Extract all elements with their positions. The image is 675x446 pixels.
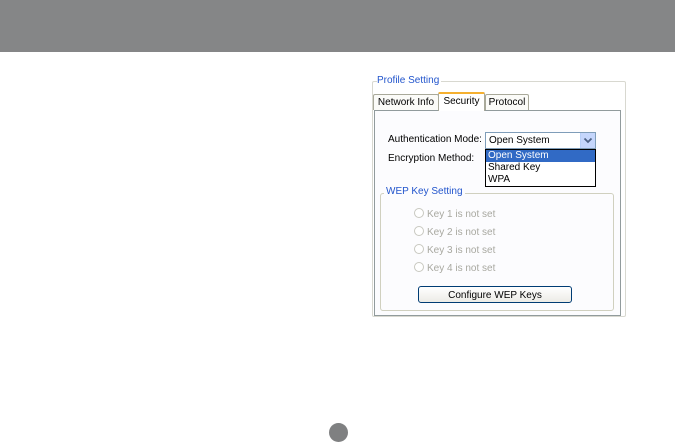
key-1-label: Key 1 is not set bbox=[427, 209, 496, 220]
chevron-down-icon[interactable] bbox=[580, 133, 595, 148]
dropdown-option-open-system[interactable]: Open System bbox=[486, 150, 595, 162]
radio-icon bbox=[414, 226, 424, 237]
encryption-method-label: Encryption Method: bbox=[388, 153, 475, 164]
key-3-label: Key 3 is not set bbox=[427, 245, 496, 256]
key-4-label: Key 4 is not set bbox=[427, 263, 496, 274]
page-dot bbox=[329, 423, 348, 442]
dropdown-option-wpa[interactable]: WPA bbox=[486, 174, 595, 186]
authentication-mode-select[interactable]: Open System bbox=[485, 132, 596, 149]
key-1-radio[interactable]: Key 1 is not set bbox=[414, 208, 495, 222]
dropdown-option-shared-key[interactable]: Shared Key bbox=[486, 162, 595, 174]
tab-network-info[interactable]: Network Info bbox=[373, 94, 439, 110]
key-3-radio[interactable]: Key 3 is not set bbox=[414, 244, 495, 258]
key-2-label: Key 2 is not set bbox=[427, 227, 496, 238]
tab-security[interactable]: Security bbox=[438, 92, 485, 111]
radio-icon bbox=[414, 262, 424, 273]
radio-icon bbox=[414, 244, 424, 255]
authentication-mode-dropdown: Open System Shared Key WPA bbox=[485, 149, 596, 187]
profile-setting-title: Profile Setting bbox=[377, 74, 442, 88]
configure-wep-keys-button[interactable]: Configure WEP Keys bbox=[418, 286, 572, 303]
key-2-radio[interactable]: Key 2 is not set bbox=[414, 226, 495, 240]
header-band bbox=[0, 0, 675, 52]
tab-protocol[interactable]: Protocol bbox=[485, 94, 529, 110]
radio-icon bbox=[414, 208, 424, 219]
authentication-mode-value: Open System bbox=[489, 135, 550, 146]
wep-key-setting-title: WEP Key Setting bbox=[384, 185, 465, 199]
authentication-mode-label: Authentication Mode: bbox=[388, 134, 482, 145]
profile-setting-panel: Profile Setting Network Info Security Pr… bbox=[372, 74, 627, 319]
key-4-radio[interactable]: Key 4 is not set bbox=[414, 262, 495, 276]
